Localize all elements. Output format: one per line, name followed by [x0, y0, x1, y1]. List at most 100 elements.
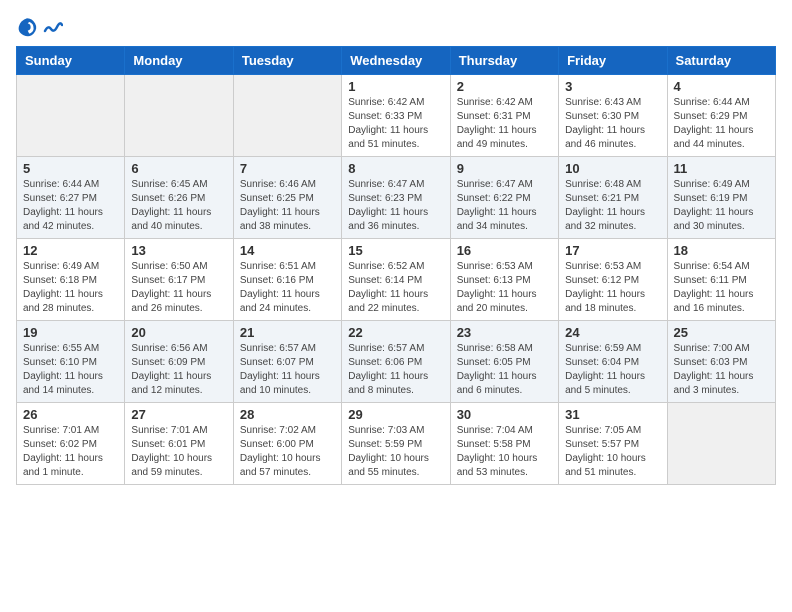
calendar-cell: 3Sunrise: 6:43 AM Sunset: 6:30 PM Daylig…: [559, 75, 667, 157]
day-info: Sunrise: 6:54 AM Sunset: 6:11 PM Dayligh…: [674, 260, 769, 316]
day-info: Sunrise: 6:49 AM Sunset: 6:18 PM Dayligh…: [23, 260, 118, 316]
logo-icon: [16, 16, 38, 38]
calendar-cell: 7 Sunrise: 6:46 AM Sunset: 6:25 PM Daylig…: [233, 157, 341, 239]
calendar-cell: 20 Sunrise: 6:56 AM Sunset: 6:09 PM Dayli…: [125, 321, 233, 403]
calendar-cell: 17 Sunrise: 6:53 AM Sunset: 6:12 PM Dayli…: [559, 239, 667, 321]
calendar-cell: 29Sunrise: 7:03 AM Sunset: 5:59 PM Dayli…: [342, 403, 450, 485]
day-info: Sunrise: 7:01 AM Sunset: 6:01 PM Dayligh…: [131, 424, 226, 480]
day-number: 25: [674, 325, 769, 340]
calendar-cell: 31 Sunrise: 7:05 AM Sunset: 5:57 PM Dayli…: [559, 403, 667, 485]
day-info: Sunrise: 6:57 AM Sunset: 6:07 PM Dayligh…: [240, 342, 335, 398]
page-header: [16, 16, 776, 38]
calendar-cell: 12 Sunrise: 6:49 AM Sunset: 6:18 PM Dayli…: [17, 239, 125, 321]
calendar-cell: 10 Sunrise: 6:48 AM Sunset: 6:21 PM Dayli…: [559, 157, 667, 239]
calendar-week-row: 5 Sunrise: 6:44 AM Sunset: 6:27 PM Daylig…: [17, 157, 776, 239]
day-number: 1: [348, 79, 443, 94]
day-info: Sunrise: 6:42 AM Sunset: 6:31 PM Dayligh…: [457, 96, 552, 152]
calendar-cell: 6Sunrise: 6:45 AM Sunset: 6:26 PM Daylig…: [125, 157, 233, 239]
day-info: Sunrise: 7:01 AM Sunset: 6:02 PM Dayligh…: [23, 424, 118, 480]
day-number: 12: [23, 243, 118, 258]
day-info: Sunrise: 6:58 AM Sunset: 6:05 PM Dayligh…: [457, 342, 552, 398]
calendar-cell: 22Sunrise: 6:57 AM Sunset: 6:06 PM Dayli…: [342, 321, 450, 403]
calendar-cell: 16Sunrise: 6:53 AM Sunset: 6:13 PM Dayli…: [450, 239, 558, 321]
day-number: 29: [348, 407, 443, 422]
calendar-cell: [17, 75, 125, 157]
day-number: 24: [565, 325, 660, 340]
calendar-cell: [667, 403, 775, 485]
calendar-header-row: SundayMondayTuesdayWednesdayThursdayFrid…: [17, 47, 776, 75]
day-info: Sunrise: 7:02 AM Sunset: 6:00 PM Dayligh…: [240, 424, 335, 480]
day-number: 13: [131, 243, 226, 258]
calendar-cell: [233, 75, 341, 157]
day-header-tuesday: Tuesday: [233, 47, 341, 75]
day-number: 4: [674, 79, 769, 94]
day-info: Sunrise: 6:44 AM Sunset: 6:29 PM Dayligh…: [674, 96, 769, 152]
day-number: 20: [131, 325, 226, 340]
day-header-monday: Monday: [125, 47, 233, 75]
day-info: Sunrise: 6:42 AM Sunset: 6:33 PM Dayligh…: [348, 96, 443, 152]
calendar-cell: 9 Sunrise: 6:47 AM Sunset: 6:22 PM Daylig…: [450, 157, 558, 239]
calendar-cell: [125, 75, 233, 157]
day-number: 10: [565, 161, 660, 176]
day-info: Sunrise: 6:56 AM Sunset: 6:09 PM Dayligh…: [131, 342, 226, 398]
day-info: Sunrise: 6:49 AM Sunset: 6:19 PM Dayligh…: [674, 178, 769, 234]
calendar-cell: 21 Sunrise: 6:57 AM Sunset: 6:07 PM Dayli…: [233, 321, 341, 403]
day-header-saturday: Saturday: [667, 47, 775, 75]
day-info: Sunrise: 6:51 AM Sunset: 6:16 PM Dayligh…: [240, 260, 335, 316]
day-header-friday: Friday: [559, 47, 667, 75]
day-header-wednesday: Wednesday: [342, 47, 450, 75]
day-info: Sunrise: 6:43 AM Sunset: 6:30 PM Dayligh…: [565, 96, 660, 152]
day-number: 5: [23, 161, 118, 176]
day-number: 15: [348, 243, 443, 258]
calendar-cell: 8 Sunrise: 6:47 AM Sunset: 6:23 PM Daylig…: [342, 157, 450, 239]
calendar-cell: 14 Sunrise: 6:51 AM Sunset: 6:16 PM Dayli…: [233, 239, 341, 321]
day-number: 31: [565, 407, 660, 422]
day-number: 18: [674, 243, 769, 258]
day-info: Sunrise: 6:55 AM Sunset: 6:10 PM Dayligh…: [23, 342, 118, 398]
calendar-cell: 18 Sunrise: 6:54 AM Sunset: 6:11 PM Dayli…: [667, 239, 775, 321]
calendar-cell: 23Sunrise: 6:58 AM Sunset: 6:05 PM Dayli…: [450, 321, 558, 403]
calendar-cell: 2Sunrise: 6:42 AM Sunset: 6:31 PM Daylig…: [450, 75, 558, 157]
day-number: 17: [565, 243, 660, 258]
calendar-cell: 1 Sunrise: 6:42 AM Sunset: 6:33 PM Daylig…: [342, 75, 450, 157]
day-info: Sunrise: 6:59 AM Sunset: 6:04 PM Dayligh…: [565, 342, 660, 398]
calendar-cell: 24 Sunrise: 6:59 AM Sunset: 6:04 PM Dayli…: [559, 321, 667, 403]
day-info: Sunrise: 7:00 AM Sunset: 6:03 PM Dayligh…: [674, 342, 769, 398]
day-number: 30: [457, 407, 552, 422]
day-info: Sunrise: 6:48 AM Sunset: 6:21 PM Dayligh…: [565, 178, 660, 234]
day-number: 9: [457, 161, 552, 176]
calendar-cell: 28 Sunrise: 7:02 AM Sunset: 6:00 PM Dayli…: [233, 403, 341, 485]
calendar-cell: 15Sunrise: 6:52 AM Sunset: 6:14 PM Dayli…: [342, 239, 450, 321]
day-info: Sunrise: 6:50 AM Sunset: 6:17 PM Dayligh…: [131, 260, 226, 316]
day-info: Sunrise: 6:46 AM Sunset: 6:25 PM Dayligh…: [240, 178, 335, 234]
day-number: 19: [23, 325, 118, 340]
calendar-cell: 11 Sunrise: 6:49 AM Sunset: 6:19 PM Dayli…: [667, 157, 775, 239]
day-number: 14: [240, 243, 335, 258]
day-number: 21: [240, 325, 335, 340]
day-info: Sunrise: 6:44 AM Sunset: 6:27 PM Dayligh…: [23, 178, 118, 234]
calendar-week-row: 1 Sunrise: 6:42 AM Sunset: 6:33 PM Daylig…: [17, 75, 776, 157]
day-number: 27: [131, 407, 226, 422]
day-info: Sunrise: 7:04 AM Sunset: 5:58 PM Dayligh…: [457, 424, 552, 480]
calendar-week-row: 19 Sunrise: 6:55 AM Sunset: 6:10 PM Dayli…: [17, 321, 776, 403]
day-number: 11: [674, 161, 769, 176]
day-info: Sunrise: 6:47 AM Sunset: 6:23 PM Dayligh…: [348, 178, 443, 234]
day-number: 28: [240, 407, 335, 422]
logo-text: [42, 17, 63, 37]
day-number: 8: [348, 161, 443, 176]
calendar-cell: 19 Sunrise: 6:55 AM Sunset: 6:10 PM Dayli…: [17, 321, 125, 403]
calendar-cell: 25 Sunrise: 7:00 AM Sunset: 6:03 PM Dayli…: [667, 321, 775, 403]
calendar-week-row: 12 Sunrise: 6:49 AM Sunset: 6:18 PM Dayli…: [17, 239, 776, 321]
calendar-cell: 27 Sunrise: 7:01 AM Sunset: 6:01 PM Dayli…: [125, 403, 233, 485]
day-info: Sunrise: 6:47 AM Sunset: 6:22 PM Dayligh…: [457, 178, 552, 234]
day-info: Sunrise: 6:53 AM Sunset: 6:13 PM Dayligh…: [457, 260, 552, 316]
logo-wave-icon: [43, 17, 63, 37]
day-number: 6: [131, 161, 226, 176]
day-header-thursday: Thursday: [450, 47, 558, 75]
calendar-cell: 26 Sunrise: 7:01 AM Sunset: 6:02 PM Dayli…: [17, 403, 125, 485]
day-number: 26: [23, 407, 118, 422]
day-info: Sunrise: 6:53 AM Sunset: 6:12 PM Dayligh…: [565, 260, 660, 316]
day-info: Sunrise: 7:05 AM Sunset: 5:57 PM Dayligh…: [565, 424, 660, 480]
day-number: 7: [240, 161, 335, 176]
calendar-week-row: 26 Sunrise: 7:01 AM Sunset: 6:02 PM Dayli…: [17, 403, 776, 485]
